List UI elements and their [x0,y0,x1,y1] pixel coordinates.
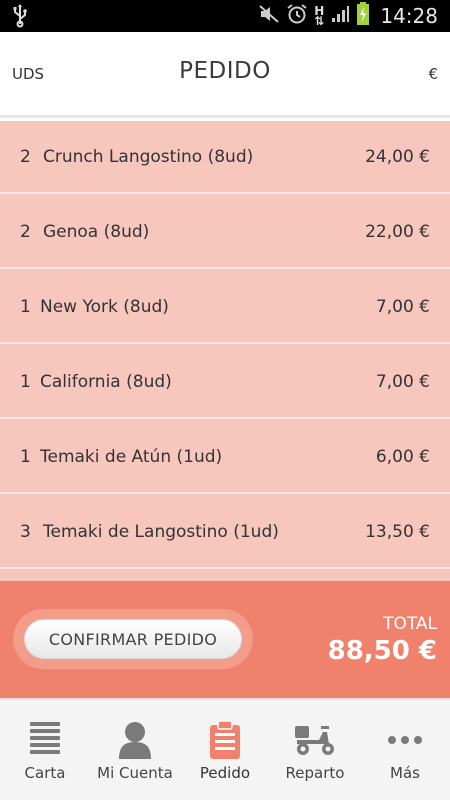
tab-label: Carta [24,764,66,782]
page-title: PEDIDO [179,58,271,84]
bottom-tab-bar: Carta Mi Cuenta Pedido Reparto Más [0,698,450,800]
order-header: UDS PEDIDO € [0,32,450,118]
tab-carta[interactable]: Carta [0,700,90,800]
network-h-icon: H ⇅ [314,4,325,28]
tab-reparto[interactable]: Reparto [270,700,360,800]
tab-mi-cuenta[interactable]: Mi Cuenta [90,700,180,800]
battery-charging-icon [356,2,370,30]
confirm-button-frame: CONFIRMAR PEDIDO [13,609,253,669]
item-name: California (8ud) [40,371,172,392]
status-bar: H ⇅ 14:28 [0,0,450,32]
total-label: TOTAL [383,614,437,634]
order-item-row[interactable]: 2 Genoa (8ud) 22,00 € [0,196,450,269]
item-name: New York (8ud) [40,296,169,317]
signal-icon [330,4,350,28]
item-quantity: 1 [20,446,31,467]
alarm-icon [286,3,308,29]
clipboard-icon [180,718,270,762]
total-value: 88,50 € [327,636,437,666]
scooter-icon [270,718,360,762]
item-quantity: 2 [20,221,31,242]
status-time: 14:28 [380,4,438,28]
tab-pedido[interactable]: Pedido [180,700,270,800]
more-dots-icon [360,718,450,762]
tab-label: Pedido [199,764,251,782]
order-summary-bar: CONFIRMAR PEDIDO TOTAL 88,50 € [0,581,450,698]
price-column-label: € [428,65,438,83]
item-price: 6,00 € [375,446,430,467]
order-item-row[interactable]: 1 California (8ud) 7,00 € [0,346,450,419]
item-name: Genoa (8ud) [43,221,150,242]
menu-list-icon [0,718,90,762]
item-price: 7,00 € [375,296,430,317]
tab-mas[interactable]: Más [360,700,450,800]
person-icon [90,718,180,762]
order-item-row[interactable]: 1 New York (8ud) 7,00 € [0,271,450,344]
order-list[interactable]: 2 Crunch Langostino (8ud) 24,00 € 2 Geno… [0,121,450,581]
order-item-row[interactable]: 1 Temaki de Atún (1ud) 6,00 € [0,421,450,494]
order-item-row[interactable]: 3 Temaki de Langostino (1ud) 13,50 € [0,496,450,569]
item-name: Crunch Langostino (8ud) [43,146,254,167]
item-price: 13,50 € [365,521,430,542]
item-quantity: 3 [20,521,31,542]
tab-label: Más [390,764,420,782]
item-quantity: 1 [20,296,31,317]
item-name: Temaki de Langostino (1ud) [43,521,279,542]
order-item-row[interactable]: 2 Crunch Langostino (8ud) 24,00 € [0,121,450,194]
usb-icon [12,4,28,32]
item-price: 22,00 € [365,221,430,242]
item-quantity: 2 [20,146,31,167]
mute-icon [258,4,280,28]
tab-label: Mi Cuenta [97,764,173,782]
item-name: Temaki de Atún (1ud) [40,446,223,467]
item-price: 7,00 € [375,371,430,392]
tab-label: Reparto [285,764,345,782]
confirm-order-button[interactable]: CONFIRMAR PEDIDO [24,619,242,659]
item-price: 24,00 € [365,146,430,167]
item-quantity: 1 [20,371,31,392]
